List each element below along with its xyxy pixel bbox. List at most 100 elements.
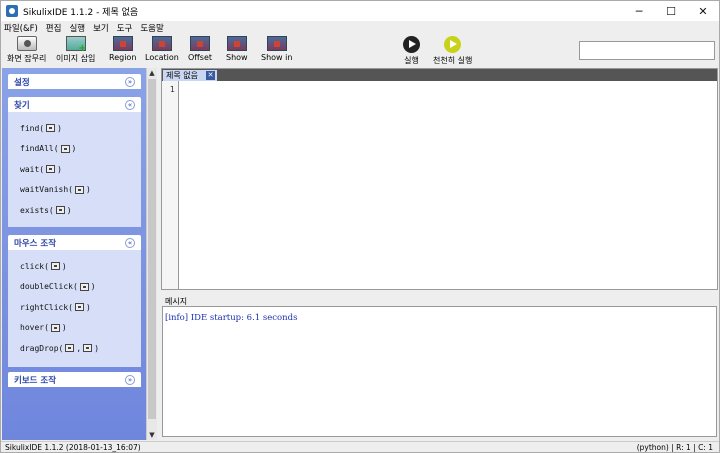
- tab-untitled[interactable]: 제목 없음 ✕: [163, 70, 217, 81]
- cmd-text: ): [71, 144, 77, 154]
- cmd-click[interactable]: click(): [20, 256, 141, 277]
- show-in-button[interactable]: Show in: [261, 36, 292, 62]
- line-number: 1: [169, 85, 175, 94]
- chevron-up-icon[interactable]: «: [125, 99, 135, 110]
- play-icon: [403, 36, 420, 53]
- cmd-rightclick[interactable]: rightClick(): [20, 297, 141, 318]
- offset-icon: [190, 36, 211, 51]
- capture-label: 화면 잡무리: [7, 54, 47, 63]
- maximize-button[interactable]: ☐: [655, 1, 687, 21]
- image-placeholder-icon: [74, 185, 84, 194]
- run-slow-button[interactable]: 천천히 실행: [433, 36, 472, 66]
- close-tab-icon[interactable]: ✕: [206, 71, 215, 80]
- close-button[interactable]: ✕: [687, 1, 719, 21]
- cmd-text: ): [61, 261, 67, 271]
- settings-title: 설정: [14, 77, 30, 88]
- search-input[interactable]: [579, 41, 715, 60]
- offset-button[interactable]: Offset: [188, 36, 212, 62]
- cmd-text: find(: [20, 123, 45, 133]
- menu-bar: 파일(&F) 편집 실행 보기 도구 도움말: [1, 21, 719, 35]
- minimize-button[interactable]: ─: [623, 1, 655, 21]
- location-button[interactable]: Location: [145, 36, 179, 62]
- menu-file[interactable]: 파일(&F): [4, 22, 38, 34]
- show-label: Show: [226, 53, 248, 62]
- cmd-text: ): [85, 185, 91, 195]
- mouse-title: 마우스 조작: [14, 238, 57, 249]
- image-placeholder-icon: [83, 344, 93, 353]
- code-editor[interactable]: 제목 없음 ✕ 1: [161, 68, 718, 290]
- scroll-thumb[interactable]: [148, 79, 156, 419]
- offset-label: Offset: [188, 53, 213, 62]
- insert-image-icon: [65, 36, 87, 54]
- cmd-text: click(: [20, 261, 49, 271]
- cmd-doubleclick[interactable]: doubleClick(): [20, 277, 141, 298]
- cmd-text: doubleClick(: [20, 282, 78, 292]
- ide-window: SikulixIDE 1.1.2 - 제목 없음 ─ ☐ ✕ 파일(&F) 편집…: [0, 0, 720, 453]
- find-section: 찾기 « find() findAll() wait() waitVanish(…: [8, 97, 141, 227]
- menu-view[interactable]: 보기: [93, 22, 109, 34]
- mouse-header[interactable]: 마우스 조작 «: [8, 235, 141, 250]
- message-line: [info] IDE startup: 6.1 seconds: [165, 313, 298, 323]
- editor-tab-strip: 제목 없음 ✕: [162, 69, 717, 81]
- sidebar-scrollbar[interactable]: ▲ ▼: [146, 68, 157, 440]
- region-button[interactable]: Region: [109, 36, 136, 62]
- find-header[interactable]: 찾기 «: [8, 97, 141, 112]
- insert-image-button[interactable]: 이미지 삽입: [56, 36, 95, 64]
- chevron-down-icon[interactable]: »: [125, 76, 135, 87]
- settings-section: 설정 »: [8, 74, 141, 89]
- cmd-wait[interactable]: wait(): [20, 159, 141, 180]
- status-version: SikulixIDE 1.1.2 (2018-01-13_16:07): [5, 443, 141, 452]
- slow-play-icon: [444, 36, 462, 53]
- cmd-text: ): [90, 282, 96, 292]
- run-slow-label: 천천히 실행: [433, 56, 473, 65]
- cmd-find[interactable]: find(): [20, 118, 141, 139]
- cmd-text: ): [57, 123, 62, 133]
- chevron-up-icon[interactable]: «: [125, 237, 135, 248]
- tab-label: 제목 없음: [166, 71, 198, 80]
- mouse-commands: click() doubleClick() rightClick() hover…: [8, 250, 141, 367]
- cmd-exists[interactable]: exists(): [20, 200, 141, 221]
- cmd-hover[interactable]: hover(): [20, 318, 141, 339]
- command-sidebar: 설정 » 찾기 « find() findAll() wait() waitVa…: [2, 68, 146, 440]
- image-placeholder-icon: [50, 323, 60, 332]
- cmd-text: ): [66, 205, 72, 215]
- cmd-findall[interactable]: findAll(): [20, 139, 141, 160]
- keyboard-section: 키보드 조작 »: [8, 372, 141, 387]
- location-icon: [151, 36, 172, 51]
- status-cursor: (python) | R: 1 | C: 1: [636, 443, 713, 452]
- scroll-up-icon[interactable]: ▲: [147, 68, 157, 78]
- run-button[interactable]: 실행: [403, 36, 420, 66]
- image-placeholder-icon: [79, 282, 89, 291]
- menu-edit[interactable]: 편집: [46, 22, 62, 34]
- show-button[interactable]: Show: [226, 36, 248, 62]
- keyboard-header[interactable]: 키보드 조작 »: [8, 372, 141, 387]
- mouse-section: 마우스 조작 « click() doubleClick() rightClic…: [8, 235, 141, 367]
- cmd-text: ): [57, 164, 62, 174]
- capture-button[interactable]: 화면 잡무리: [7, 36, 46, 64]
- status-bar: SikulixIDE 1.1.2 (2018-01-13_16:07) (pyt…: [1, 441, 719, 452]
- sikulix-app-icon: [6, 5, 18, 17]
- menu-tools[interactable]: 도구: [117, 22, 133, 34]
- image-placeholder-icon: [60, 144, 70, 153]
- title-bar: SikulixIDE 1.1.2 - 제목 없음 ─ ☐ ✕: [1, 1, 719, 21]
- settings-header[interactable]: 설정 »: [8, 74, 141, 89]
- scroll-down-icon[interactable]: ▼: [147, 430, 157, 440]
- menu-run[interactable]: 실행: [69, 22, 85, 34]
- cmd-waitvanish[interactable]: waitVanish(): [20, 180, 141, 201]
- find-commands: find() findAll() wait() waitVanish() exi…: [8, 112, 141, 227]
- region-label: Region: [109, 53, 137, 62]
- show-icon: [226, 36, 247, 51]
- location-label: Location: [145, 53, 179, 62]
- cmd-text: dragDrop(: [20, 343, 64, 353]
- toolbar: 화면 잡무리 이미지 삽입 Region Location Offset Sho…: [1, 35, 719, 67]
- menu-help[interactable]: 도움말: [140, 22, 163, 34]
- image-placeholder-icon: [46, 124, 56, 133]
- region-icon: [112, 36, 133, 51]
- chevron-down-icon[interactable]: »: [125, 374, 135, 385]
- messages-panel[interactable]: [info] IDE startup: 6.1 seconds: [162, 306, 717, 437]
- line-number-gutter: 1: [162, 81, 179, 289]
- run-label: 실행: [404, 56, 419, 65]
- cmd-dragdrop[interactable]: dragDrop(,): [20, 338, 141, 359]
- cmd-text: rightClick(: [20, 302, 73, 312]
- image-placeholder-icon: [65, 344, 75, 353]
